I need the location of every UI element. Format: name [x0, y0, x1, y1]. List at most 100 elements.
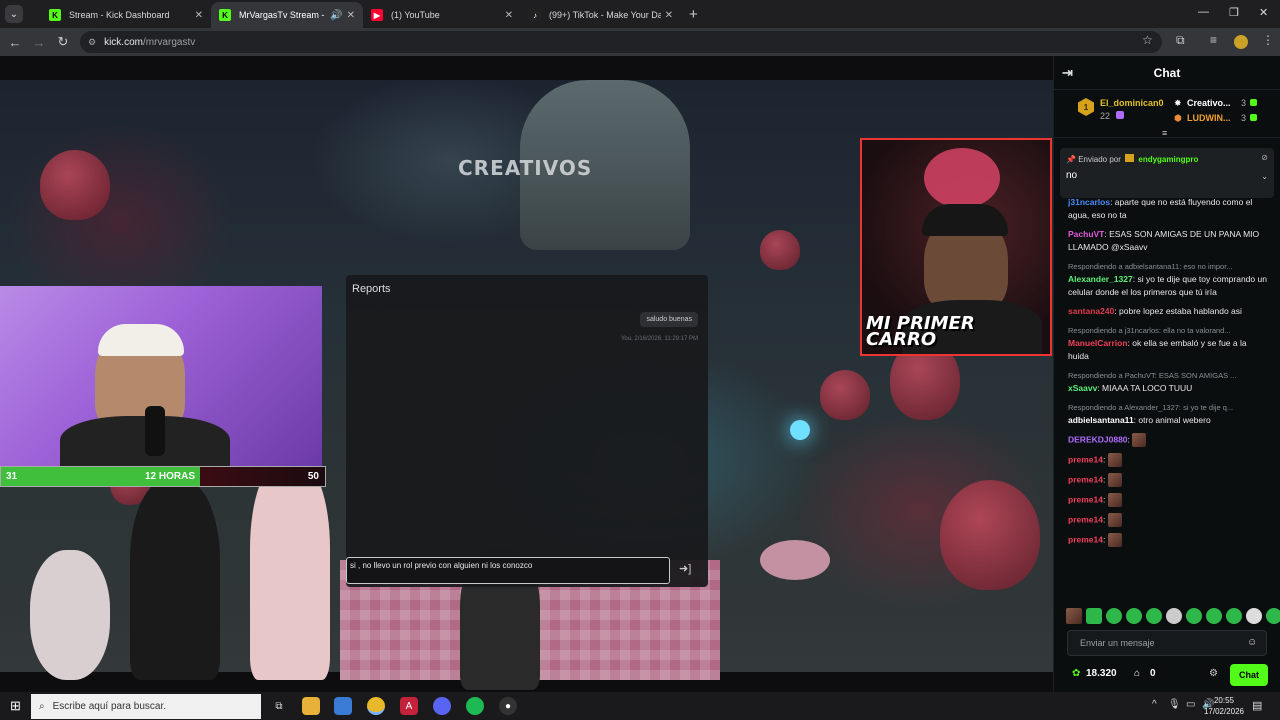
spotify-icon[interactable]	[466, 697, 484, 715]
chat-username[interactable]: preme14	[1068, 534, 1103, 544]
emoji-picker-icon[interactable]: ☺	[1247, 637, 1257, 648]
close-window-icon[interactable]: ✕	[1259, 6, 1268, 19]
leader-name[interactable]: Creativo...	[1187, 98, 1231, 108]
url-field[interactable]: ⚙ kick.com/mrvargastv	[80, 31, 1162, 53]
chat-username[interactable]: j31ncarlos	[1068, 197, 1110, 207]
obs-icon[interactable]: ●	[499, 697, 517, 715]
chat-message-input[interactable]: Enviar un mensaje	[1067, 630, 1267, 656]
chat-username[interactable]: xSaavv	[1068, 383, 1097, 393]
chrome-icon[interactable]	[367, 697, 385, 715]
neon-sign	[924, 148, 1000, 208]
chat-settings-icon[interactable]: ⚙	[1209, 668, 1218, 679]
close-tab-icon[interactable]: ✕	[347, 10, 355, 21]
close-tab-icon[interactable]: ✕	[195, 10, 203, 21]
emote-icon[interactable]	[1106, 608, 1122, 624]
reading-list-icon[interactable]: ≡	[1210, 33, 1217, 47]
extensions-icon[interactable]: ⧉	[1176, 33, 1185, 48]
profile-avatar[interactable]	[1234, 35, 1248, 49]
gift-box-icon[interactable]: ⌂	[1134, 668, 1140, 679]
streamer-webcam-right: MI PRIMER CARRO	[860, 138, 1052, 356]
stream-player[interactable]: CREATIVOS 31 12 HORAS 50 MI PRIMER CARRO…	[0, 56, 1053, 692]
reload-icon[interactable]: ↻	[51, 34, 75, 50]
pinned-text: no	[1066, 170, 1078, 181]
chat-panel: ⇥ Chat 1 El_dominican0 22 ✸ Creativo... …	[1053, 56, 1280, 692]
emote-icon	[1107, 533, 1122, 547]
chat-username[interactable]: Alexander_1327	[1068, 274, 1133, 284]
channel-points[interactable]: 18.320	[1086, 668, 1117, 679]
send-chat-button[interactable]: Chat	[1230, 664, 1268, 686]
file-explorer-icon[interactable]	[302, 697, 320, 715]
emote-icon	[1107, 493, 1122, 507]
store-icon[interactable]	[334, 697, 352, 715]
reply-context[interactable]: Respondiendo a PachuVT: ESAS SON AMIGAS …	[1068, 369, 1267, 382]
close-tab-icon[interactable]: ✕	[505, 10, 513, 21]
browser-menu-icon[interactable]: ⋮	[1262, 33, 1274, 47]
network-icon[interactable]: ▭	[1186, 699, 1195, 710]
bookmark-star-icon[interactable]: ☆	[1142, 33, 1153, 47]
taskbar-clock[interactable]: 20:55 17/02/2026	[1204, 695, 1244, 717]
pinned-message: 📌 Enviado por endygamingpro no ⊘ ⌄	[1060, 148, 1274, 198]
tab-tiktok[interactable]: ♪ (99+) TikTok - Make Your Day ✕	[521, 2, 681, 28]
pinned-user[interactable]: endygamingpro	[1138, 155, 1198, 164]
subathon-left-value: 31	[6, 471, 18, 482]
emote-icon[interactable]	[1146, 608, 1162, 624]
tab-search-button[interactable]: ⌄	[5, 5, 23, 23]
new-tab-icon[interactable]: +	[689, 6, 698, 23]
chat-username[interactable]: preme14	[1068, 494, 1103, 504]
report-message-input[interactable]: si , no llevo un rol previo con alguien …	[346, 557, 670, 584]
chat-message: j31ncarlos: aparte que no está fluyendo …	[1068, 196, 1267, 222]
reply-context[interactable]: Respondiendo a adbielsantana11: eso no i…	[1068, 260, 1267, 273]
chat-username[interactable]: santana240	[1068, 306, 1114, 316]
emote-icon[interactable]	[1166, 608, 1182, 624]
notifications-icon[interactable]: ▤	[1252, 699, 1262, 712]
chat-separator: :	[1102, 514, 1108, 525]
chat-message: preme14:	[1068, 473, 1267, 487]
unpin-icon[interactable]: ⊘	[1261, 153, 1268, 162]
expand-leaderboard-icon[interactable]: ≡	[1162, 128, 1167, 138]
chat-username[interactable]: preme14	[1068, 474, 1103, 484]
leader-name[interactable]: El_dominican0	[1100, 98, 1164, 108]
tab-mrvargastv-stream[interactable]: K MrVargasTv Stream - Watch 🔊 ✕	[211, 2, 363, 28]
tab-youtube[interactable]: ▶ (1) YouTube ✕	[363, 2, 521, 28]
microphone-tray-icon[interactable]: 🎙	[1168, 699, 1181, 710]
send-report-icon[interactable]: ➜]	[679, 562, 691, 575]
emote-icon[interactable]	[1126, 608, 1142, 624]
chat-username[interactable]: preme14	[1068, 454, 1103, 464]
emote-icon[interactable]	[1066, 608, 1082, 624]
windows-start-icon[interactable]: ⊞	[10, 698, 21, 714]
site-info-icon[interactable]: ⚙	[88, 37, 96, 48]
chat-message: preme14:	[1068, 493, 1267, 507]
teddy-bear	[30, 550, 110, 680]
task-view-icon[interactable]: ⧉	[270, 697, 288, 715]
chat-username[interactable]: adbielsantana11	[1068, 415, 1134, 425]
leader-name[interactable]: LUDWIN...	[1187, 113, 1231, 123]
chat-username[interactable]: ManuelCarrion	[1068, 338, 1128, 348]
address-toolbar: ← → ↻ ⚙ kick.com/mrvargastv	[0, 28, 1280, 56]
emote-icon[interactable]	[1266, 608, 1280, 624]
minimize-icon[interactable]: —	[1198, 6, 1209, 18]
tab-kick-dashboard[interactable]: K Stream - Kick Dashboard ✕	[41, 2, 211, 28]
emote-icon[interactable]	[1226, 608, 1242, 624]
chevron-down-icon[interactable]: ⌄	[1261, 172, 1268, 181]
heart-balloon	[940, 480, 1040, 590]
taskbar-search[interactable]: ⌕ Escribe aquí para buscar.	[31, 694, 261, 719]
chat-username[interactable]: preme14	[1068, 514, 1103, 524]
reply-context[interactable]: Respondiendo a j31ncarlos: ella no ta va…	[1068, 324, 1267, 337]
reply-context[interactable]: Respondiendo a Alexander_1327: si yo te …	[1068, 401, 1267, 414]
overlay-title: MI PRIMER CARRO	[866, 313, 975, 350]
tray-chevron-icon[interactable]: ^	[1152, 699, 1157, 710]
emote-icon[interactable]	[1086, 608, 1102, 624]
restore-icon[interactable]: ❐	[1229, 6, 1239, 19]
emote-icon[interactable]	[1206, 608, 1222, 624]
emote-icon[interactable]	[1246, 608, 1262, 624]
speaker-icon[interactable]: 🔊	[330, 10, 342, 21]
collapse-chat-icon[interactable]: ⇥	[1062, 65, 1073, 81]
adobe-icon[interactable]: A	[400, 697, 418, 715]
close-tab-icon[interactable]: ✕	[665, 10, 673, 21]
chat-username[interactable]: PachuVT	[1068, 229, 1104, 239]
chat-username[interactable]: DEREKDJ0880	[1068, 434, 1128, 444]
emote-icon[interactable]	[1186, 608, 1202, 624]
discord-icon[interactable]	[433, 697, 451, 715]
forward-icon[interactable]: →	[27, 35, 51, 50]
back-icon[interactable]: ←	[3, 35, 27, 50]
